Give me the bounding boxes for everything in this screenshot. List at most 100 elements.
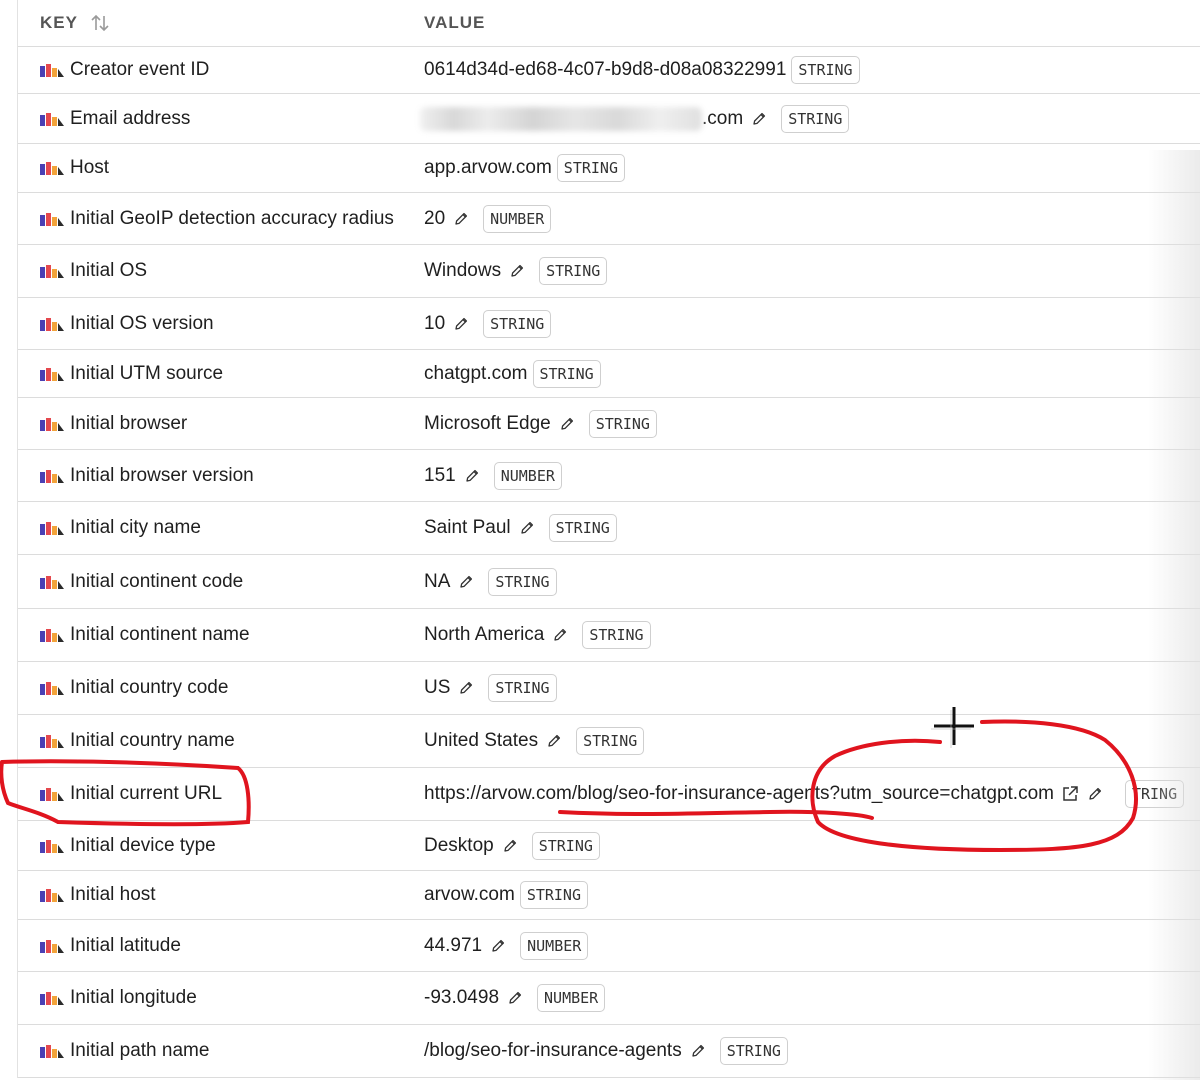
property-key-label: Initial country code [70,677,229,698]
property-value[interactable]: 20 [424,208,445,230]
type-badge: STRING [539,257,608,285]
property-key: Initial device type [40,835,216,857]
property-value[interactable]: Saint Paul [424,517,511,539]
property-key-label: Host [70,157,110,178]
property-value-cell: Desktop STRING [424,831,600,860]
pencil-icon[interactable] [507,990,523,1006]
value-column-header: VALUE [424,13,486,32]
bar-chart-icon [40,417,64,431]
property-key-label: Initial browser version [70,464,254,486]
pencil-icon[interactable] [453,211,469,227]
bar-chart-icon [40,265,64,278]
pencil-icon[interactable] [690,1043,706,1059]
pencil-icon[interactable] [490,938,506,954]
property-value-cell: /blog/seo-for-insurance-agents STRING [424,1037,788,1065]
table-row: Initial host arvow.com STRING [18,871,1200,920]
pencil-icon[interactable] [751,111,767,127]
property-value[interactable]: United States [424,730,538,752]
property-value[interactable]: app.arvow.com [424,157,552,179]
property-value[interactable]: 0614d34d-ed68-4c07-b9d8-d08a08322991 [424,59,786,81]
key-column-header[interactable]: KEY [40,13,78,33]
property-value-cell: .com STRING [420,104,850,133]
table-row: Initial GeoIP detection accuracy radius 2… [18,193,1200,245]
pencil-icon[interactable] [464,468,480,484]
property-value[interactable]: NA [424,571,450,593]
property-value-cell: 0614d34d-ed68-4c07-b9d8-d08a08322991 STRI… [424,55,860,84]
table-row: Initial browser Microsoft Edge STRING [18,398,1200,450]
property-value-cell: arvow.com STRING [424,881,588,909]
type-badge: STRING [719,1037,788,1065]
bar-chart-icon [40,469,64,483]
pencil-icon[interactable] [458,680,474,696]
property-value[interactable]: 44.971 [424,935,482,957]
type-badge: TRING [1124,780,1185,808]
property-key-label: Initial host [70,884,156,905]
property-key-label: Initial UTM source [70,362,224,384]
property-key-label: Initial latitude [70,934,181,956]
property-key: Initial browser [40,413,187,435]
table-row: Email address .com STRING [18,94,1200,144]
sort-arrows-icon[interactable] [89,12,111,34]
property-value[interactable]: 151 [424,465,456,487]
property-value-cell: 10 STRING [424,309,552,338]
bar-chart-icon [40,889,64,902]
type-badge: NUMBER [493,461,562,490]
property-value-cell: 151 NUMBER [424,461,562,490]
pencil-icon[interactable] [552,627,568,643]
property-value-cell: -93.0498 NUMBER [424,984,606,1012]
property-value[interactable]: US [424,677,450,699]
property-key: Initial longitude [40,987,197,1009]
property-value[interactable]: North America [424,624,544,646]
property-value[interactable]: Microsoft Edge [424,413,551,435]
property-value[interactable]: chatgpt.com [424,363,528,385]
property-value[interactable]: -93.0498 [424,987,499,1009]
property-value[interactable]: arvow.com [424,884,515,906]
bar-chart-icon [40,575,64,589]
table-row: Initial UTM source chatgpt.com STRING [18,350,1200,398]
pencil-icon[interactable] [1087,786,1103,802]
property-value-cell: https://arvow.com/blog/seo-for-insurance… [424,780,1185,808]
pencil-icon[interactable] [453,316,469,332]
properties-table: KEY VALUE Creator event ID 0614d34d-ed68-… [17,0,1200,1080]
property-key-label: Initial OS [70,260,148,281]
property-key: Initial host [40,884,156,906]
property-value[interactable]: /blog/seo-for-insurance-agents [424,1040,682,1062]
property-value-cell: 44.971 NUMBER [424,931,589,960]
type-badge: STRING [791,55,860,84]
property-key: Initial UTM source [40,363,223,385]
external-link-icon[interactable] [1061,785,1079,803]
table-row: Initial current URL https://arvow.com/blo… [18,768,1200,821]
property-key: Initial continent code [40,571,243,593]
property-key: Initial OS [40,260,147,282]
bar-chart-icon [40,317,64,331]
pencil-icon[interactable] [458,574,474,590]
table-row: Initial device type Desktop STRING [18,821,1200,871]
type-badge: STRING [781,104,850,133]
bar-chart-icon [40,162,64,175]
pencil-icon[interactable] [502,838,518,854]
property-value[interactable]: Windows [424,260,501,282]
pencil-icon[interactable] [519,520,535,536]
type-badge: STRING [556,154,625,182]
property-value-cell: chatgpt.com STRING [424,359,601,388]
table-row: Initial country name United States STRING [18,715,1200,768]
property-value[interactable]: 10 [424,313,445,335]
property-key-label: Initial GeoIP detection accuracy radius [70,207,394,229]
property-key: Initial latitude [40,935,181,957]
property-key: Initial browser version [40,465,254,487]
property-value[interactable]: https://arvow.com/blog/seo-for-insurance… [424,783,1054,805]
property-value[interactable]: Desktop [424,835,494,857]
type-badge: NUMBER [537,984,606,1012]
property-value[interactable]: .com [702,108,743,130]
property-value-cell: NA STRING [424,567,557,596]
pencil-icon[interactable] [559,416,575,432]
property-value-cell: United States STRING [424,727,645,755]
pencil-icon[interactable] [546,733,562,749]
property-value-cell: Microsoft Edge STRING [424,409,657,438]
property-value-cell: Saint Paul STRING [424,514,617,542]
property-key: Initial path name [40,1040,209,1062]
property-key-label: Initial continent name [70,624,250,645]
property-value-cell: app.arvow.com STRING [424,154,625,182]
pencil-icon[interactable] [509,263,525,279]
table-row: Initial longitude -93.0498 NUMBER [18,972,1200,1025]
